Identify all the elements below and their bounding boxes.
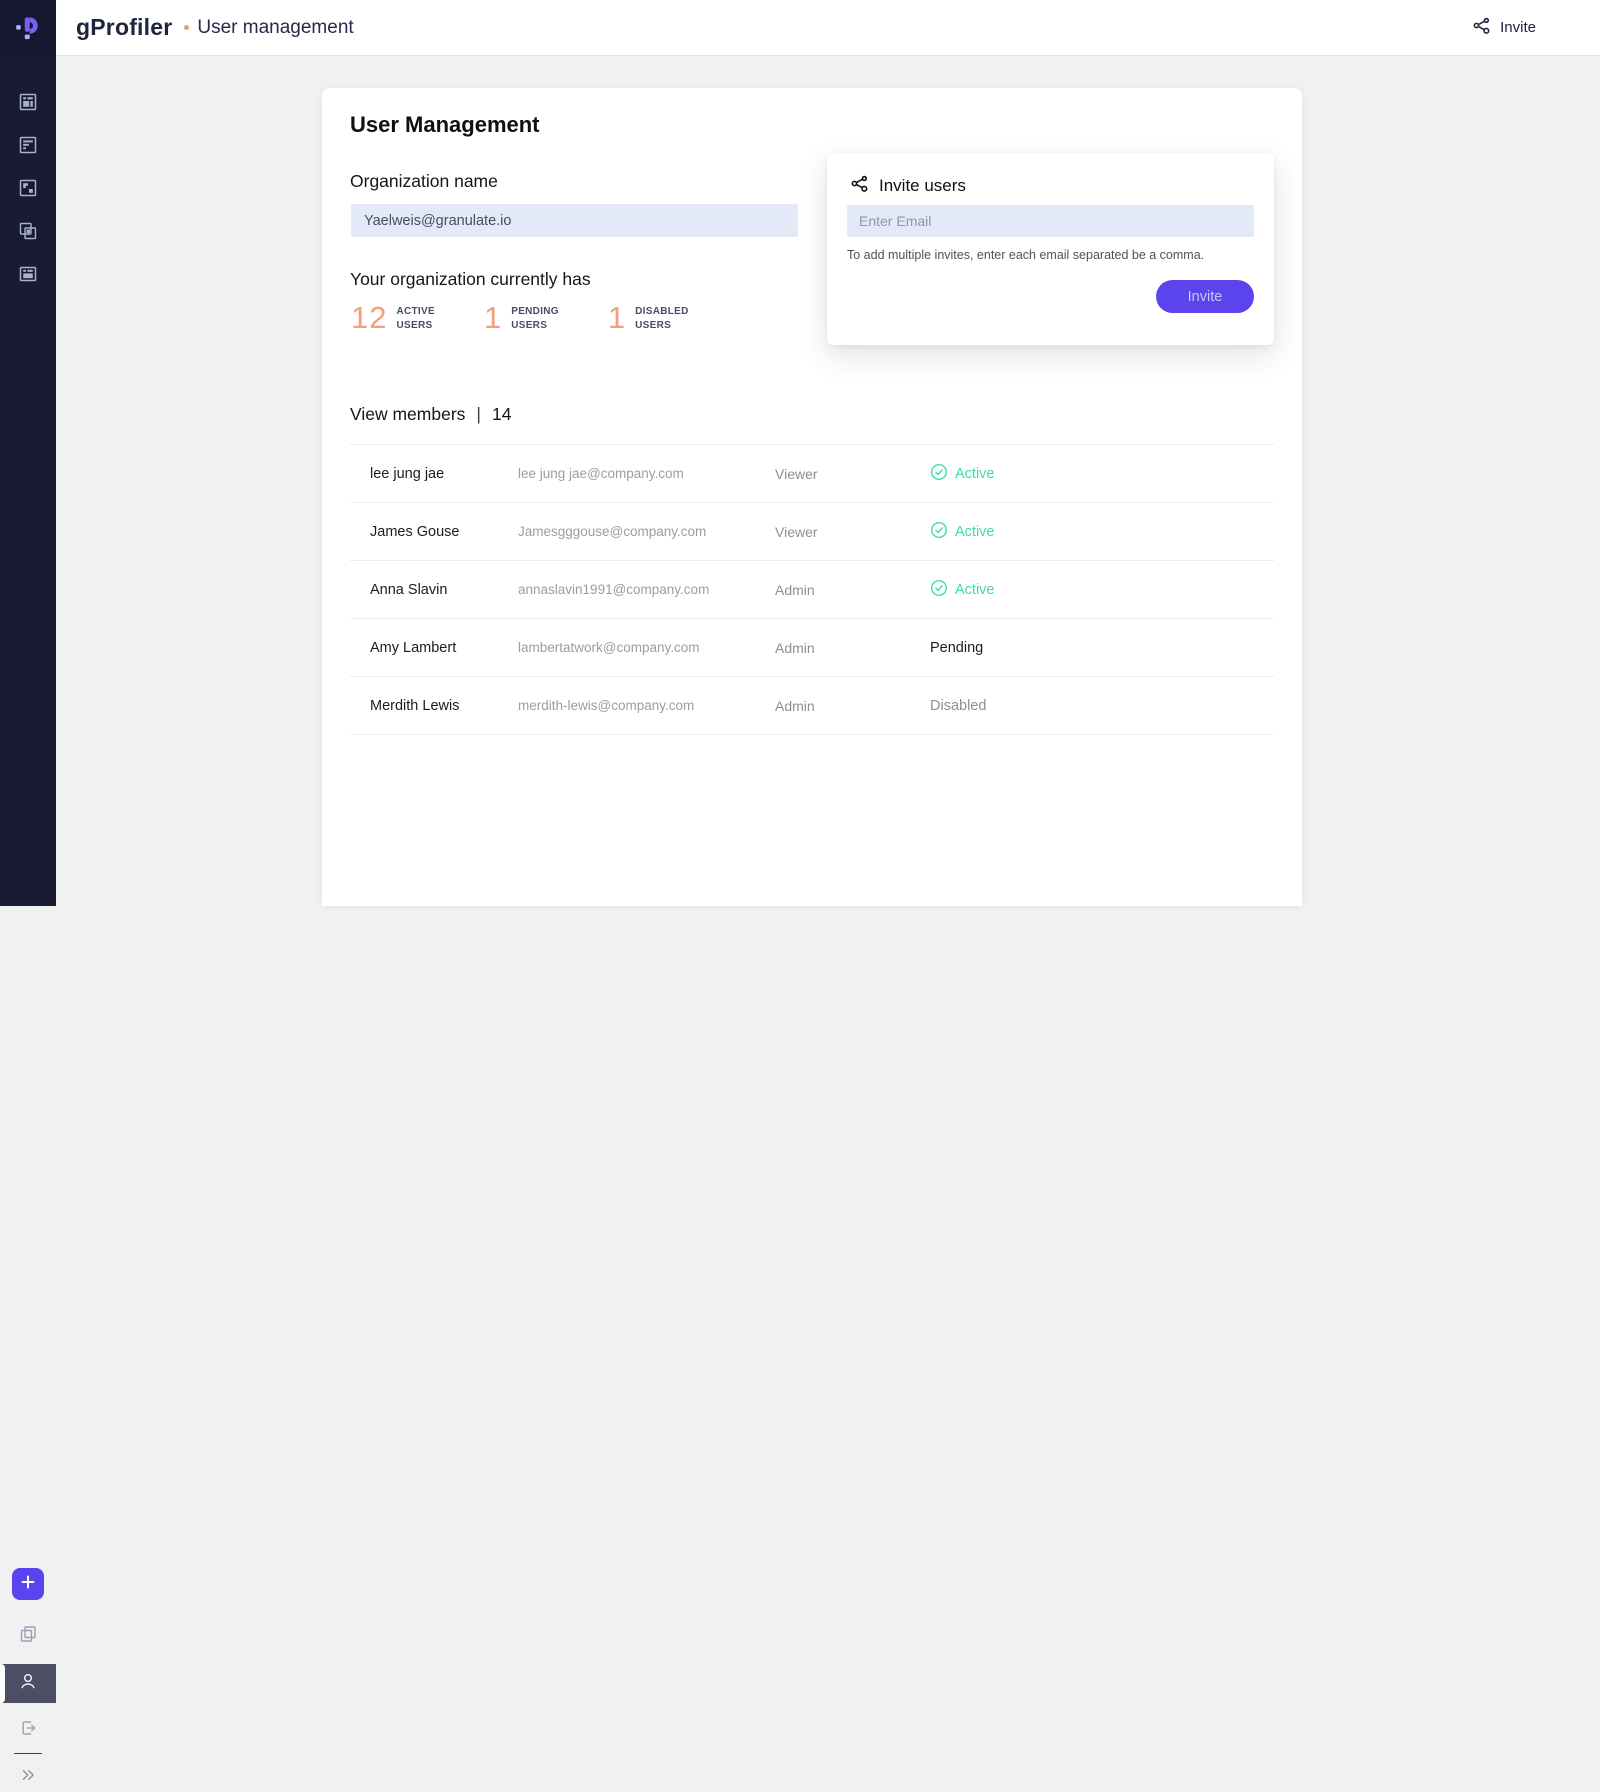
table-row[interactable]: James Gouse Jamesgggouse@company.com Vie… [350, 503, 1274, 561]
org-name-label: Organization name [350, 171, 498, 192]
sidebar-item-zoom-blocks[interactable] [0, 166, 56, 209]
member-status: Disabled [930, 698, 986, 714]
share-icon [850, 174, 869, 198]
member-name: lee jung jae [350, 466, 518, 482]
plus-icon [20, 1574, 36, 1595]
sidebar-item-table-view[interactable] [0, 252, 56, 295]
header-invite-label: Invite [1500, 19, 1536, 36]
members-count: 14 [492, 404, 511, 425]
table-row[interactable]: Amy Lambert lambertatwork@company.com Ad… [350, 619, 1274, 677]
corner-blocks-icon [17, 177, 39, 199]
member-email: annaslavin1991@company.com [518, 582, 775, 597]
profile-person-icon [17, 1670, 39, 1697]
stat-label: ACTIVE USERS [396, 305, 434, 332]
stat-disabled-users: 1 DISABLED USERS [608, 302, 689, 333]
sidebar-item-compare[interactable] [0, 209, 56, 252]
stat-value: 12 [351, 302, 387, 333]
user-management-card: User Management Organization name Your o… [322, 88, 1302, 906]
member-email: Jamesgggouse@company.com [518, 524, 775, 539]
stat-pending-users: 1 PENDING USERS [484, 302, 559, 333]
table-row[interactable]: Merdith Lewis merdith-lewis@company.com … [350, 677, 1274, 735]
sidebar-item-logout[interactable] [0, 1714, 56, 1746]
page-heading: User Management [350, 112, 540, 138]
member-role: Viewer [775, 466, 930, 482]
status-label: Pending [930, 640, 983, 656]
member-role: Admin [775, 582, 930, 598]
check-circle-icon [930, 521, 948, 543]
add-button[interactable] [12, 1568, 44, 1600]
content-area: User Management Organization name Your o… [56, 56, 1600, 906]
invite-users-card: Invite users To add multiple invites, en… [827, 153, 1274, 345]
member-name: Merdith Lewis [350, 698, 518, 714]
separator-dot [184, 25, 189, 30]
share-icon [1472, 16, 1491, 40]
member-name: Amy Lambert [350, 640, 518, 656]
stat-active-users: 12 ACTIVE USERS [351, 302, 435, 333]
member-email: merdith-lewis@company.com [518, 698, 775, 713]
check-circle-icon [930, 579, 948, 601]
brand-logo[interactable] [0, 0, 56, 56]
invite-submit-button[interactable]: Invite [1156, 280, 1254, 313]
stat-label: DISABLED USERS [635, 305, 689, 332]
stat-value: 1 [484, 302, 502, 333]
page-title: User management [197, 17, 353, 39]
member-name: Anna Slavin [350, 582, 518, 598]
sidebar-item-dashboard[interactable] [0, 80, 56, 123]
expand-sidebar-button[interactable] [0, 1762, 56, 1792]
app-sidebar [0, 0, 56, 906]
member-role: Admin [775, 698, 930, 714]
member-role: Viewer [775, 524, 930, 540]
invite-helper-text: To add multiple invites, enter each emai… [847, 248, 1204, 262]
invite-card-header: Invite users [850, 174, 966, 198]
invite-email-input[interactable] [847, 205, 1254, 237]
member-status: Active [930, 521, 995, 543]
member-email: lee jung jae@company.com [518, 466, 775, 481]
double-chevron-right-icon [17, 1764, 39, 1791]
dashboard-icon [17, 91, 39, 113]
table-view-icon [17, 263, 39, 285]
sidebar-item-copy[interactable] [0, 1621, 56, 1651]
invite-users-title: Invite users [879, 176, 966, 196]
check-circle-icon [930, 463, 948, 485]
sidebar-divider [14, 1753, 42, 1754]
compare-squares-icon [17, 220, 39, 242]
stat-value: 1 [608, 302, 626, 333]
status-label: Active [955, 524, 995, 540]
sidebar-item-profile[interactable] [0, 1664, 56, 1703]
table-row[interactable]: Anna Slavin annaslavin1991@company.com A… [350, 561, 1274, 619]
app-header: gProfiler User management Invite [56, 0, 1600, 56]
flamegraph-rows-icon [17, 134, 39, 156]
header-invite-button[interactable]: Invite [1472, 16, 1536, 40]
members-table: lee jung jae lee jung jae@company.com Vi… [350, 444, 1274, 735]
status-label: Disabled [930, 698, 986, 714]
sidebar-nav [0, 56, 56, 295]
status-label: Active [955, 582, 995, 598]
org-name-input[interactable] [351, 204, 798, 237]
member-status: Pending [930, 640, 983, 656]
member-status: Active [930, 463, 995, 485]
brand-name: gProfiler [76, 14, 172, 41]
table-row[interactable]: lee jung jae lee jung jae@company.com Vi… [350, 445, 1274, 503]
active-indicator [0, 1664, 5, 1703]
gprofiler-logo-icon [13, 11, 43, 46]
stat-label: PENDING USERS [511, 305, 559, 332]
members-separator: | [476, 404, 481, 425]
member-email: lambertatwork@company.com [518, 640, 775, 655]
member-role: Admin [775, 640, 930, 656]
stats-heading: Your organization currently has [350, 269, 591, 290]
view-members-label: View members [350, 404, 465, 425]
sidebar-item-flamegraph[interactable] [0, 123, 56, 166]
member-status: Active [930, 579, 995, 601]
status-label: Active [955, 466, 995, 482]
stats-row: 12 ACTIVE USERS 1 PENDING USERS 1 DISABL… [351, 302, 689, 333]
members-heading: View members | 14 [350, 404, 511, 425]
member-name: James Gouse [350, 524, 518, 540]
logout-icon [17, 1717, 39, 1744]
copy-pages-icon [17, 1623, 39, 1650]
